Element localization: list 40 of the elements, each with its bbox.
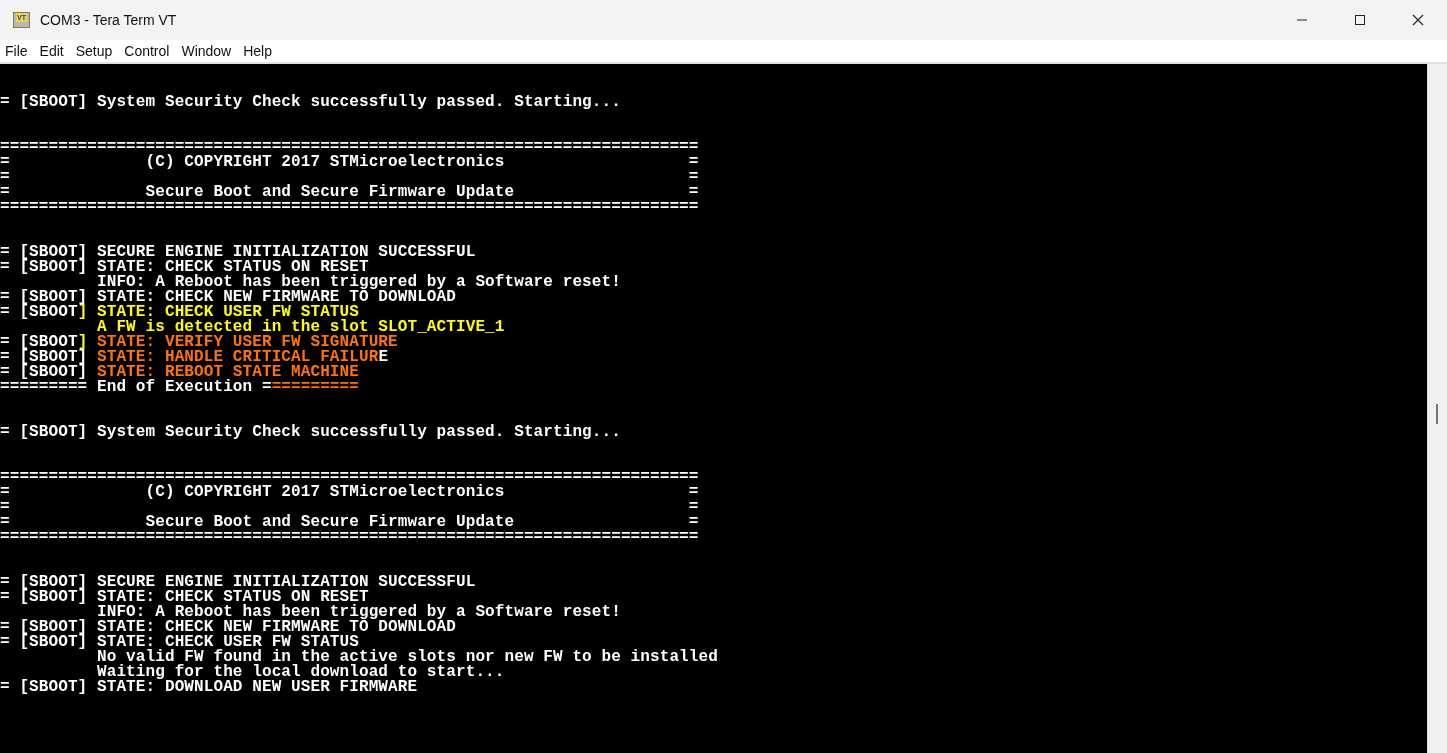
terminal-line: = = bbox=[0, 170, 699, 185]
menu-item[interactable]: Window bbox=[180, 43, 239, 59]
menu-item[interactable]: Control bbox=[123, 43, 177, 59]
terminal-line: = [SBOOT] SECURE ENGINE INITIALIZATION SUCCESSFUL bbox=[0, 575, 476, 590]
terminal-line: ======================================================================== bbox=[0, 470, 699, 485]
terminal-line: = [SBOOT] STATE: CHECK USER FW STATUS bbox=[0, 635, 359, 650]
terminal-line: = [SBOOT] STATE: DOWNLOAD NEW USER FIRMWARE bbox=[0, 680, 418, 695]
terminal-line: = Secure Boot and Secure Firmware Update = bbox=[0, 515, 699, 530]
terminal-line: INFO: A Reboot has been triggered by a Software reset! bbox=[96, 605, 621, 620]
menu-item[interactable]: File bbox=[4, 43, 35, 59]
terminal-line: = [SBOOT] STATE: REBOOT STATE MACHINE bbox=[0, 365, 359, 380]
terminal-line: = [SBOOT] STATE: CHECK STATUS ON RESET bbox=[0, 260, 369, 275]
terminal-line: A FW is detected in the slot SLOT_ACTIVE_1 bbox=[96, 320, 505, 335]
terminal-line: ========= End of Execution ========== bbox=[0, 380, 359, 395]
maximize-icon bbox=[1354, 14, 1366, 26]
terminal-line: = [SBOOT] System Security Check successfully passed. Starting... bbox=[0, 95, 621, 110]
terminal-line: = [SBOOT] STATE: HANDLE CRITICAL FAILURE bbox=[0, 350, 389, 365]
menu-item[interactable]: Help bbox=[242, 43, 279, 59]
terminal-line: = [SBOOT] STATE: CHECK USER FW STATUS bbox=[0, 305, 359, 320]
terminal-line: = Secure Boot and Secure Firmware Update = bbox=[0, 185, 699, 200]
terminal-line: = [SBOOT] STATE: CHECK STATUS ON RESET bbox=[0, 590, 369, 605]
terminal-line: Waiting for the local download to start... bbox=[96, 665, 505, 680]
terminal-line: No valid FW found in the active slots nor new FW to be installed bbox=[96, 650, 718, 665]
terminal-line: = [SBOOT] STATE: CHECK NEW FIRMWARE TO DOWNLOAD bbox=[0, 620, 456, 635]
scroll-thumb[interactable] bbox=[1436, 404, 1438, 424]
terminal-line: = [SBOOT] STATE: VERIFY USER FW SIGNATURE bbox=[0, 335, 398, 350]
menu-item[interactable]: Edit bbox=[38, 43, 71, 59]
menu-item[interactable]: Setup bbox=[74, 43, 120, 59]
terminal-line: = = bbox=[0, 500, 699, 515]
terminal-line: = (C) COPYRIGHT 2017 STMicroelectronics = bbox=[0, 155, 699, 170]
window-title: COM3 - Tera Term VT bbox=[40, 12, 177, 28]
terminal-line: = [SBOOT] System Security Check successfully passed. Starting... bbox=[0, 425, 621, 440]
terminal-line: ======================================================================== bbox=[0, 200, 699, 215]
terminal-line: ======================================================================== bbox=[0, 530, 699, 545]
terminal-line: ======================================================================== bbox=[0, 140, 699, 155]
terminal-line: = [SBOOT] SECURE ENGINE INITIALIZATION SUCCESSFUL bbox=[0, 245, 476, 260]
terminal-line: INFO: A Reboot has been triggered by a Software reset! bbox=[96, 275, 621, 290]
close-icon bbox=[1412, 14, 1424, 26]
terminal-line: = [SBOOT] STATE: CHECK NEW FIRMWARE TO DOWNLOAD bbox=[0, 290, 456, 305]
terminal-line: = (C) COPYRIGHT 2017 STMicroelectronics = bbox=[0, 485, 699, 500]
